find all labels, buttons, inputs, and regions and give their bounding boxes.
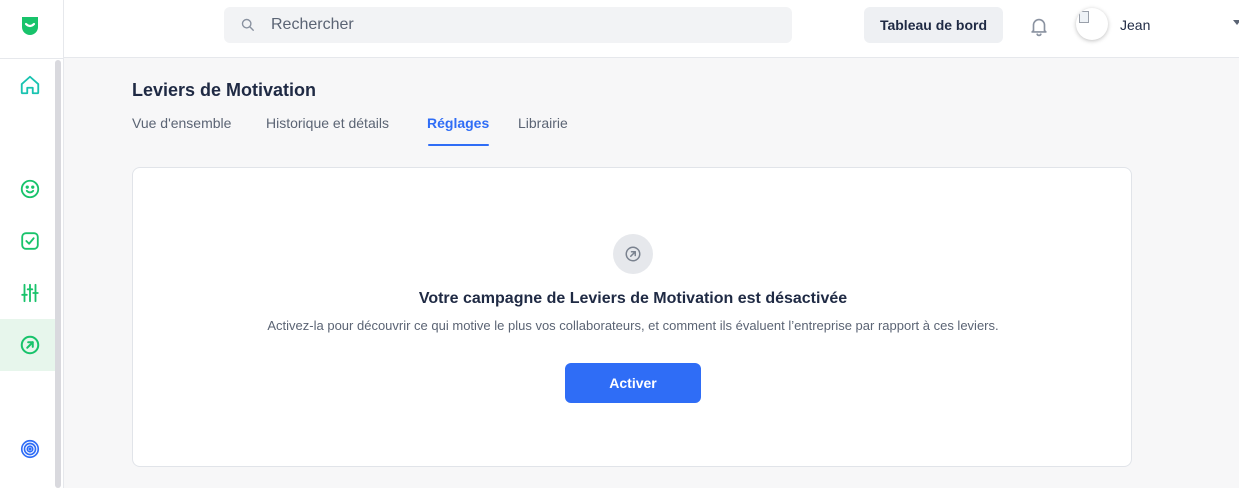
sliders-icon <box>21 283 39 303</box>
sidebar <box>0 0 64 488</box>
page-title: Leviers de Motivation <box>132 80 317 100</box>
bell-icon[interactable] <box>1028 15 1050 37</box>
arrow-circle-icon <box>625 246 641 262</box>
sidebar-scrollbar[interactable] <box>55 60 61 488</box>
sidebar-item-home[interactable] <box>0 59 60 111</box>
tab-settings[interactable]: Réglages <box>427 115 489 131</box>
sidebar-item-settings[interactable] <box>0 267 60 319</box>
avatar[interactable] <box>1076 8 1108 40</box>
empty-state-heading: Votre campagne de Leviers de Motivation … <box>418 290 848 307</box>
search-bar[interactable] <box>224 7 792 43</box>
home-icon <box>20 75 40 95</box>
empty-state-card: Votre campagne de Leviers de Motivation … <box>132 167 1132 467</box>
user-name[interactable]: Jean <box>1120 17 1150 33</box>
target-icon <box>20 439 40 459</box>
empty-state-description: Activez-la pour découvrir ce qui motive … <box>267 318 999 333</box>
tab-overview[interactable]: Vue d'ensemble <box>132 115 231 131</box>
chevron-down-icon[interactable] <box>1233 18 1239 26</box>
brand-logo-icon[interactable] <box>18 13 42 37</box>
sidebar-item-target[interactable] <box>0 423 60 475</box>
dashboard-button[interactable]: Tableau de bord <box>864 7 1003 43</box>
search-icon <box>241 18 254 31</box>
activate-button[interactable]: Activer <box>565 363 701 403</box>
top-bar: Tableau de bord Jean <box>64 0 1239 58</box>
empty-state-icon-badge <box>613 234 653 274</box>
tab-history[interactable]: Historique et détails <box>266 115 389 131</box>
tab-library[interactable]: Librairie <box>518 115 568 131</box>
checkbox-icon <box>21 232 39 250</box>
sidebar-item-tasks[interactable] <box>0 215 60 267</box>
sidebar-item-motivation[interactable] <box>0 319 60 371</box>
broken-image-icon <box>1079 11 1089 23</box>
sidebar-item-mood[interactable] <box>0 163 60 215</box>
arrow-circle-icon <box>20 335 40 355</box>
search-input[interactable] <box>271 16 751 34</box>
active-tab-indicator <box>428 144 489 146</box>
smiley-icon <box>20 179 40 199</box>
